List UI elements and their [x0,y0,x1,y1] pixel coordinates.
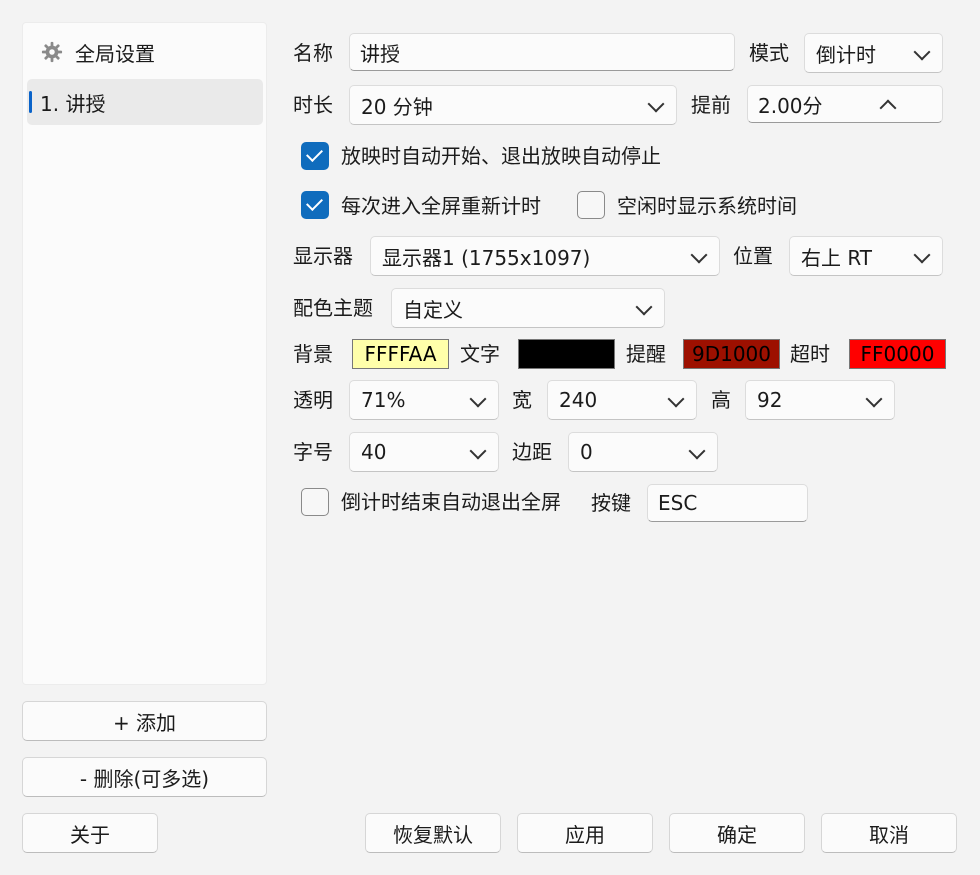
display-select-value: 显示器1 (1755x1097) [382,245,591,270]
width-select-value: 240 [559,388,598,412]
add-button[interactable]: + 添加 [22,701,267,741]
theme-select-value: 自定义 [403,297,463,322]
chevron-down-icon [913,246,931,264]
sidebar-item-global-settings[interactable]: 全局设置 [41,37,155,67]
height-select[interactable]: 92 [745,380,895,420]
about-button-label: 关于 [70,822,110,847]
text-color-swatch[interactable] [518,339,615,369]
gear-icon [41,41,63,63]
overtime-color-value: FF0000 [860,342,935,366]
position-select[interactable]: 右上 RT [789,236,943,276]
hotkey-input-value: ESC [658,491,698,515]
theme-select[interactable]: 自定义 [391,288,665,328]
chevron-down-icon [647,95,665,113]
advance-label: 提前 [691,93,731,117]
auto-start-checkbox[interactable] [301,142,329,170]
reset-on-fullscreen-label: 每次进入全屏重新计时 [341,194,541,218]
opacity-label: 透明 [293,388,333,412]
ok-button[interactable]: 确定 [669,813,805,853]
duration-label: 时长 [293,93,333,117]
idle-system-time-checkbox[interactable] [577,191,605,219]
background-color-value: FFFFAA [364,342,437,366]
font-size-label: 字号 [293,440,333,464]
opacity-select-value: 71% [361,388,406,412]
restore-defaults-label: 恢复默认 [393,822,473,847]
add-button-label: + 添加 [112,710,177,735]
name-label: 名称 [293,41,333,65]
reset-on-fullscreen-checkbox[interactable] [301,191,329,219]
display-label: 显示器 [293,244,353,268]
chevron-down-icon [469,442,487,460]
hotkey-input[interactable]: ESC [647,484,808,522]
opacity-select[interactable]: 71% [349,380,499,420]
profile-list: 全局设置 1. 讲授 [22,22,267,685]
auto-exit-fullscreen-checkbox[interactable] [301,488,329,516]
background-color-label: 背景 [293,342,333,366]
about-button[interactable]: 关于 [22,813,158,853]
selection-indicator [29,91,32,113]
margin-label: 边距 [512,440,552,464]
margin-select[interactable]: 0 [568,432,718,472]
margin-select-value: 0 [580,440,593,464]
chevron-down-icon [667,390,685,408]
idle-system-time-label: 空闲时显示系统时间 [617,194,797,218]
auto-exit-fullscreen-label: 倒计时结束自动退出全屏 [341,490,561,514]
overtime-color-label: 超时 [790,342,830,366]
height-select-value: 92 [757,388,783,412]
cancel-button[interactable]: 取消 [821,813,957,853]
display-select[interactable]: 显示器1 (1755x1097) [370,236,720,276]
mode-select[interactable]: 倒计时 [804,33,943,73]
ok-button-label: 确定 [717,822,757,847]
position-select-value: 右上 RT [801,245,873,270]
duration-select-value: 20 分钟 [361,94,433,119]
duration-select[interactable]: 20 分钟 [349,85,677,125]
reminder-color-swatch[interactable]: 9D1000 [683,339,780,369]
width-select[interactable]: 240 [547,380,697,420]
hotkey-label: 按键 [591,491,631,515]
restore-defaults-button[interactable]: 恢复默认 [365,813,501,853]
delete-button[interactable]: - 删除(可多选) [22,757,267,797]
reminder-color-value: 9D1000 [691,342,772,366]
delete-button-label: - 删除(可多选) [79,766,210,791]
text-color-label: 文字 [460,342,500,366]
overtime-color-swatch[interactable]: FF0000 [849,339,946,369]
cancel-button-label: 取消 [869,822,909,847]
advance-spinbox[interactable]: 2.00分 [747,85,943,123]
chevron-down-icon [865,390,883,408]
position-label: 位置 [733,244,773,268]
sidebar-item-profile[interactable]: 1. 讲授 [27,79,263,125]
chevron-down-icon [635,298,653,316]
reminder-color-label: 提醒 [626,342,666,366]
chevron-up-icon[interactable] [879,99,897,117]
width-label: 宽 [512,388,532,412]
advance-spinbox-value: 2.00分 [758,93,823,118]
apply-button-label: 应用 [565,822,605,847]
apply-button[interactable]: 应用 [517,813,653,853]
auto-start-label: 放映时自动开始、退出放映自动停止 [341,144,661,168]
sidebar-item-label: 1. 讲授 [40,91,106,116]
chevron-down-icon [913,43,931,61]
theme-label: 配色主题 [293,296,373,320]
sidebar-item-label: 全局设置 [75,41,155,66]
name-input-value: 讲授 [360,41,400,66]
name-input[interactable]: 讲授 [349,33,735,71]
background-color-swatch[interactable]: FFFFAA [352,339,449,369]
height-label: 高 [711,388,731,412]
font-size-select[interactable]: 40 [349,432,499,472]
chevron-down-icon [690,246,708,264]
mode-label: 模式 [749,41,789,65]
chevron-down-icon [469,390,487,408]
chevron-down-icon [688,442,706,460]
mode-select-value: 倒计时 [816,42,876,67]
font-size-select-value: 40 [361,440,387,464]
